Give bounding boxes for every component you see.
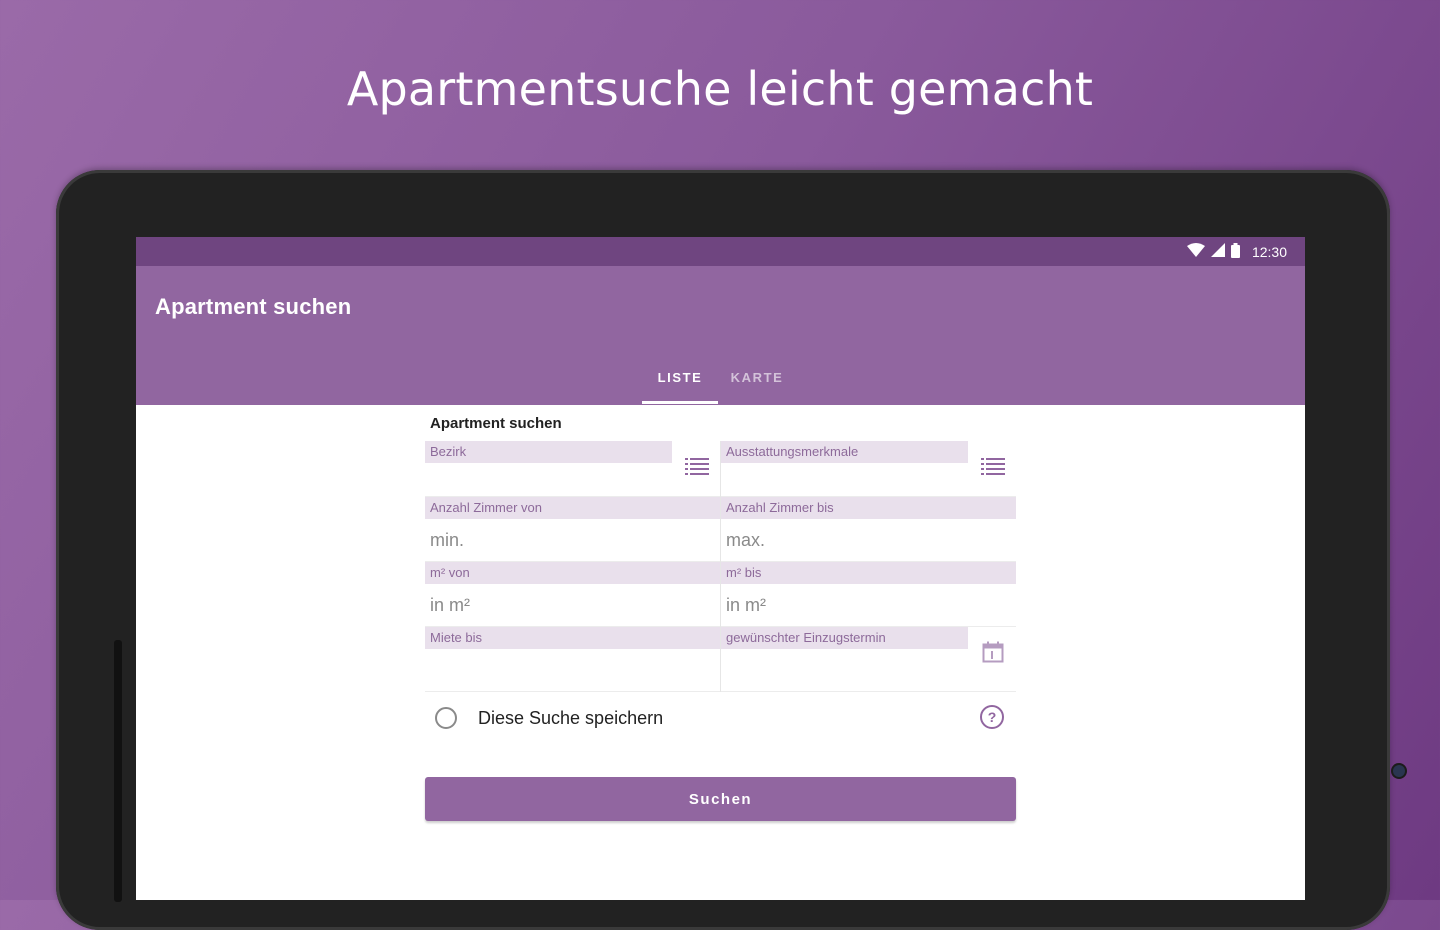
form-row-rooms: Anzahl Zimmer von min. Anzahl Zimmer bis… [425,497,1016,562]
save-search-label: Diese Suche speichern [478,707,664,728]
features-select[interactable]: Ausstattungsmerkmale [721,441,1016,497]
page-title: Apartment suchen [155,294,352,319]
headline: Apartmentsuche leicht gemacht [346,62,1094,116]
tablet-side-edge [114,640,122,902]
rent-to-input[interactable] [425,649,720,692]
camera-icon [1393,765,1405,777]
area-to-input[interactable]: in m² [721,584,1016,627]
rooms-to-label: Anzahl Zimmer bis [721,497,1016,519]
save-search-row: Diese Suche speichern ? [425,692,1016,744]
district-label: Bezirk [425,441,672,463]
form-row-rent: Miete bis gewünschter Einzugstermin [425,627,1016,692]
area-from-field[interactable]: m² von in m² [425,562,721,627]
battery-icon [1230,242,1240,261]
area-to-field[interactable]: m² bis in m² [721,562,1016,627]
rent-to-field[interactable]: Miete bis [425,627,721,692]
help-icon[interactable]: ? [980,705,1004,729]
move-in-field[interactable]: gewünschter Einzugstermin [721,627,1016,692]
move-in-label: gewünschter Einzugstermin [721,627,968,649]
area-to-label: m² bis [721,562,1016,584]
list-icon[interactable] [684,453,710,479]
form-row-select: Bezirk Ausstattungsmerkmale [425,441,1016,497]
rooms-from-label: Anzahl Zimmer von [425,497,720,519]
wifi-icon [1186,243,1205,260]
rooms-to-field[interactable]: Anzahl Zimmer bis max. [721,497,1016,562]
rooms-from-input[interactable]: min. [425,519,720,562]
tab-bar: LISTE KARTE [642,350,796,404]
form-title: Apartment suchen [430,415,562,432]
move-in-value [721,649,1016,692]
tab-karte[interactable]: KARTE [718,350,796,404]
app-bar: Apartment suchen LISTE KARTE [136,266,1305,405]
features-label: Ausstattungsmerkmale [721,441,968,463]
district-value [425,463,720,497]
features-value [721,463,1016,497]
save-search-radio[interactable] [435,707,457,729]
calendar-icon[interactable] [980,639,1006,665]
signal-icon [1210,243,1225,260]
tab-liste[interactable]: LISTE [642,350,718,404]
status-time: 12:30 [1251,243,1287,260]
search-form: Apartment suchen Bezirk Ausstattungsmerk… [425,405,1016,821]
form-row-area: m² von in m² m² bis in m² [425,562,1016,627]
rooms-to-input[interactable]: max. [721,519,1016,562]
list-icon[interactable] [980,453,1006,479]
status-bar: 12:30 [136,237,1305,266]
area-from-label: m² von [425,562,720,584]
district-select[interactable]: Bezirk [425,441,721,497]
tablet-screen: 12:30 Apartment suchen LISTE KARTE Apart… [136,237,1305,900]
rent-to-label: Miete bis [425,627,720,649]
area-from-input[interactable]: in m² [425,584,720,627]
search-button[interactable]: Suchen [425,777,1016,821]
rooms-from-field[interactable]: Anzahl Zimmer von min. [425,497,721,562]
